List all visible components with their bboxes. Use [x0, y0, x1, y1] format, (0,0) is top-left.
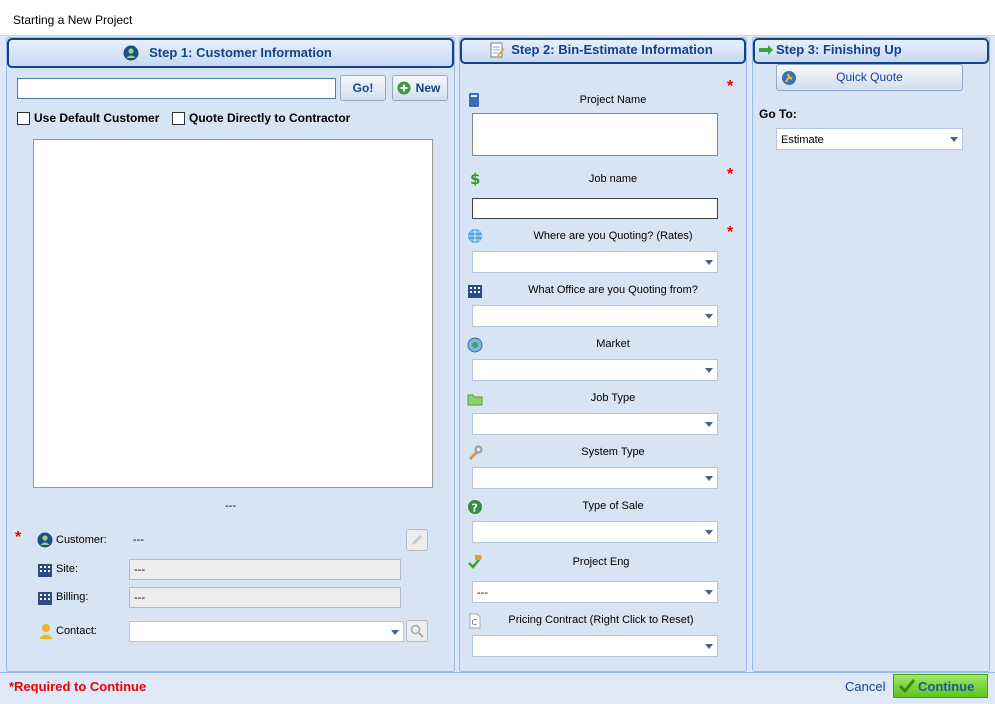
- site-label: Site:: [56, 563, 79, 575]
- continue-button[interactable]: Continue: [893, 674, 988, 698]
- step3-panel: Step 3: Finishing Up Quick Quote Go To: …: [752, 37, 990, 672]
- contact-label: Contact:: [56, 625, 97, 637]
- chevron-down-icon: [387, 622, 403, 641]
- project-eng-label: Project Eng: [572, 556, 630, 568]
- billing-label: Billing:: [56, 591, 89, 603]
- pricing-contract-select[interactable]: [472, 635, 718, 657]
- type-of-sale-label: Type of Sale: [582, 500, 644, 512]
- contact-select[interactable]: [129, 621, 404, 642]
- step2-title: Step 2: Bin-Estimate Information: [511, 42, 713, 57]
- cancel-link[interactable]: Cancel: [845, 679, 885, 694]
- system-type-label: System Type: [581, 446, 645, 458]
- footer-bar: *Required to Continue Cancel Continue: [0, 672, 995, 704]
- billing-building-icon: [38, 592, 52, 605]
- help-icon: ?: [468, 500, 482, 515]
- customer-label: Customer:: [56, 534, 107, 546]
- svg-text:?: ?: [472, 502, 478, 515]
- customer-results-list[interactable]: [33, 139, 433, 488]
- wrench-icon: [468, 445, 483, 461]
- billing-field: ---: [129, 587, 401, 608]
- where-quoting-select[interactable]: [472, 251, 718, 273]
- job-name-label: Job name: [588, 173, 638, 185]
- pencil-icon: [412, 535, 422, 545]
- system-type-select[interactable]: [472, 467, 718, 489]
- required-note: *Required to Continue: [9, 679, 147, 694]
- goto-select[interactable]: Estimate: [776, 128, 963, 150]
- chevron-down-icon: [701, 468, 717, 488]
- market-icon: [467, 337, 483, 353]
- chevron-down-icon: [701, 582, 717, 602]
- office-quoting-label: What Office are you Quoting from?: [528, 284, 698, 296]
- customer-value: ---: [133, 534, 144, 546]
- chevron-down-icon: [701, 360, 717, 380]
- chevron-down-icon: [946, 129, 962, 149]
- step2-panel: Step 2: Bin-Estimate Information * Proje…: [459, 37, 747, 672]
- site-field: ---: [129, 559, 401, 580]
- quote-direct-checkbox[interactable]: [172, 112, 185, 125]
- customer-user-icon: [37, 532, 53, 548]
- results-caption: ---: [225, 500, 236, 512]
- runner-icon: [782, 71, 796, 85]
- quick-quote-button[interactable]: Quick Quote: [776, 64, 963, 91]
- step2-header: Step 2: Bin-Estimate Information: [460, 38, 746, 64]
- job-type-select[interactable]: [472, 413, 718, 435]
- office-quoting-select[interactable]: [472, 305, 718, 327]
- required-star: *: [15, 529, 22, 546]
- site-building-icon: [38, 564, 52, 577]
- job-type-label: Job Type: [590, 392, 636, 404]
- type-of-sale-select[interactable]: [472, 521, 718, 543]
- checkmark-icon: [899, 679, 915, 693]
- project-name-label: Project Name: [579, 94, 647, 106]
- folder-icon: [467, 394, 483, 406]
- step3-title: Step 3: Finishing Up: [776, 42, 902, 57]
- market-select[interactable]: [472, 359, 718, 381]
- goto-label: Go To:: [759, 107, 797, 121]
- arrow-right-icon: [759, 45, 773, 55]
- chevron-down-icon: [701, 306, 717, 326]
- use-default-customer-label: Use Default Customer: [34, 111, 160, 125]
- project-eng-select[interactable]: ---: [472, 581, 718, 603]
- customer-search-input[interactable]: [17, 78, 336, 99]
- where-quoting-label: Where are you Quoting? (Rates): [533, 230, 693, 242]
- step1-header: Step 1: Customer Information: [7, 38, 454, 68]
- window-title: Starting a New Project: [13, 13, 133, 27]
- add-icon: [397, 81, 411, 95]
- step3-header: Step 3: Finishing Up: [753, 38, 989, 64]
- use-default-customer-checkbox[interactable]: [17, 112, 30, 125]
- search-icon: [410, 624, 424, 638]
- dollar-icon: $: [470, 170, 480, 186]
- new-customer-button[interactable]: New: [392, 75, 448, 101]
- document-icon: [469, 93, 479, 107]
- office-building-icon: [468, 285, 482, 298]
- chevron-down-icon: [701, 414, 717, 434]
- chevron-down-icon: [701, 522, 717, 542]
- project-name-field[interactable]: [472, 113, 718, 156]
- contact-person-icon: [39, 624, 53, 639]
- svg-text:$: $: [470, 170, 480, 186]
- edit-customer-button[interactable]: [406, 529, 428, 551]
- job-name-field[interactable]: [472, 198, 718, 219]
- pricing-contract-label: Pricing Contract (Right Click to Reset): [508, 614, 694, 626]
- chevron-down-icon: [701, 252, 717, 272]
- chevron-down-icon: [701, 636, 717, 656]
- step1-panel: Step 1: Customer Information Go! New Use…: [6, 37, 455, 672]
- search-contact-button[interactable]: [406, 620, 428, 642]
- edit-document-icon: [490, 42, 505, 58]
- globe-icon: [468, 229, 482, 243]
- market-label: Market: [596, 338, 630, 350]
- window-titlebar: Starting a New Project: [0, 0, 995, 36]
- quote-direct-label: Quote Directly to Contractor: [189, 111, 351, 125]
- step1-title: Step 1: Customer Information: [149, 45, 332, 60]
- user-icon: [123, 45, 139, 61]
- go-button[interactable]: Go!: [340, 75, 386, 101]
